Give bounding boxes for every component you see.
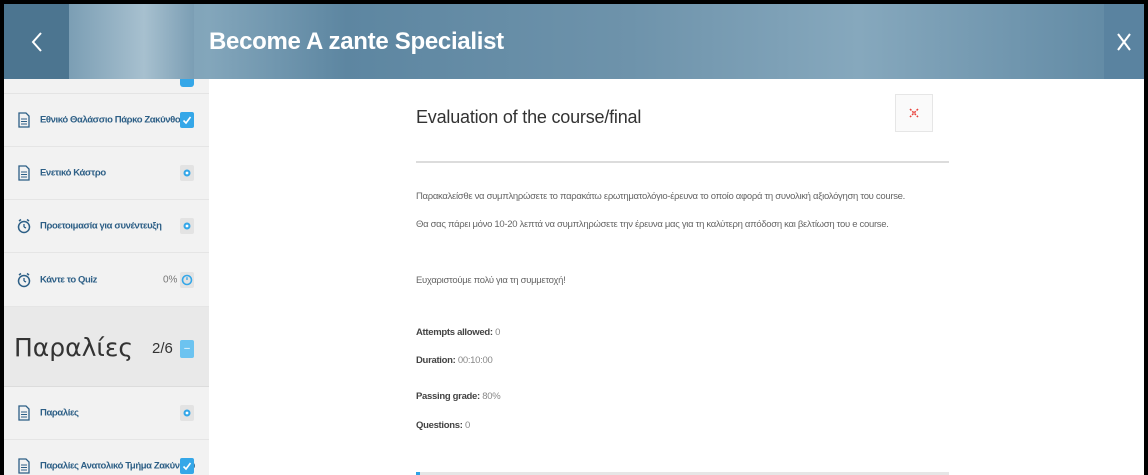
lesson-content-area: Evaluation of the course/final Παρακαλεί… [209, 79, 1144, 475]
intro-paragraph-2: Θα σας πάρει μόνο 10-20 λεπτά να συμπληρ… [416, 219, 889, 230]
section-header-beaches[interactable]: Παραλίες 2/6 – [4, 307, 209, 387]
lesson-title: Evaluation of the course/final [416, 107, 642, 127]
clock-icon [17, 272, 31, 287]
document-icon [18, 112, 30, 128]
section-progress-count: 2/6 [152, 340, 173, 357]
document-icon [18, 165, 30, 181]
close-course-button[interactable] [1104, 4, 1144, 79]
section-title: Παραλίες [14, 333, 134, 362]
sidebar-item-venetian-castle[interactable]: Ενετικό Κάστρο [4, 147, 209, 200]
back-button[interactable] [4, 4, 69, 79]
course-title: Become A zante Specialist [209, 28, 504, 55]
attempts-value: 0 [495, 327, 501, 338]
duration-label: Duration: [416, 355, 456, 366]
top-bar: Become A zante Specialist [4, 4, 1144, 79]
sidebar-item-east-beaches[interactable]: Παραλίες Ανατολικό Τμήμα Ζακύνθου [4, 440, 209, 475]
sidebar-item-interview-prep[interactable]: Προετοιμασία για συνέντευξη [4, 200, 209, 253]
eye-preview-icon [180, 165, 194, 181]
timer-icon [180, 271, 194, 288]
sidebar-item-beaches[interactable]: Παραλίες [4, 387, 209, 440]
duration: Duration: 00:10:00 [416, 355, 493, 366]
eye-preview-icon [180, 405, 194, 421]
duration-value: 00:10:00 [457, 355, 493, 366]
sidebar-item-quiz[interactable]: Κάντε το Quiz 0% [4, 253, 209, 307]
sidebar-item-label: Προετοιμασία για συνέντευξη [40, 220, 162, 232]
completed-check-icon [180, 79, 194, 87]
attempts-allowed: Attempts allowed: 0 [416, 327, 500, 338]
sidebar-item-marine-park[interactable]: Εθνικό Θαλάσσιο Πάρκο Ζακύνθου [4, 94, 209, 147]
passing-label: Passing grade: [416, 391, 480, 402]
header-background-panel [69, 4, 194, 79]
sidebar-item-label: Κάντε το Quiz [40, 274, 97, 285]
close-icon [909, 108, 919, 118]
thanks-paragraph: Ευχαριστούμε πολύ για τη συμμετοχή! [416, 275, 566, 286]
chevron-left-icon [31, 31, 42, 52]
app-frame: Become A zante Specialist Εθνικό Θαλάσσι… [0, 0, 1148, 475]
intro-paragraph-1: Παρακαλείσθε να συμπληρώσετε το παρακάτω… [416, 191, 905, 202]
questions-label: Questions: [416, 420, 463, 431]
sidebar-item-label: Παραλίες [40, 407, 79, 419]
document-icon [18, 405, 30, 421]
completed-check-icon [180, 458, 194, 474]
sidebar-item-label: Ενετικό Κάστρο [40, 167, 106, 179]
eye-preview-icon [180, 218, 194, 234]
questions-count: Questions: 0 [416, 420, 470, 431]
close-icon [1117, 32, 1131, 51]
passing-grade: Passing grade: 80% [416, 391, 501, 402]
passing-value: 80% [482, 391, 501, 402]
document-icon [18, 458, 30, 474]
attempts-label: Attempts allowed: [416, 327, 493, 338]
close-lesson-button[interactable] [895, 94, 933, 132]
questions-value: 0 [464, 420, 470, 431]
collapse-toggle[interactable]: – [180, 340, 194, 358]
curriculum-sidebar: Εθνικό Θαλάσσιο Πάρκο Ζακύνθου Ενετικό Κ… [4, 79, 209, 475]
title-divider [416, 161, 949, 163]
quiz-progress-percent: 0% [163, 274, 178, 285]
sidebar-item-label: Εθνικό Θαλάσσιο Πάρκο Ζακύνθου [40, 114, 186, 126]
completed-check-icon [180, 112, 194, 128]
clock-icon [17, 218, 31, 234]
sidebar-item-label: Παραλίες Ανατολικό Τμήμα Ζακύνθου [40, 460, 195, 472]
sidebar-item-partial[interactable] [4, 79, 209, 94]
